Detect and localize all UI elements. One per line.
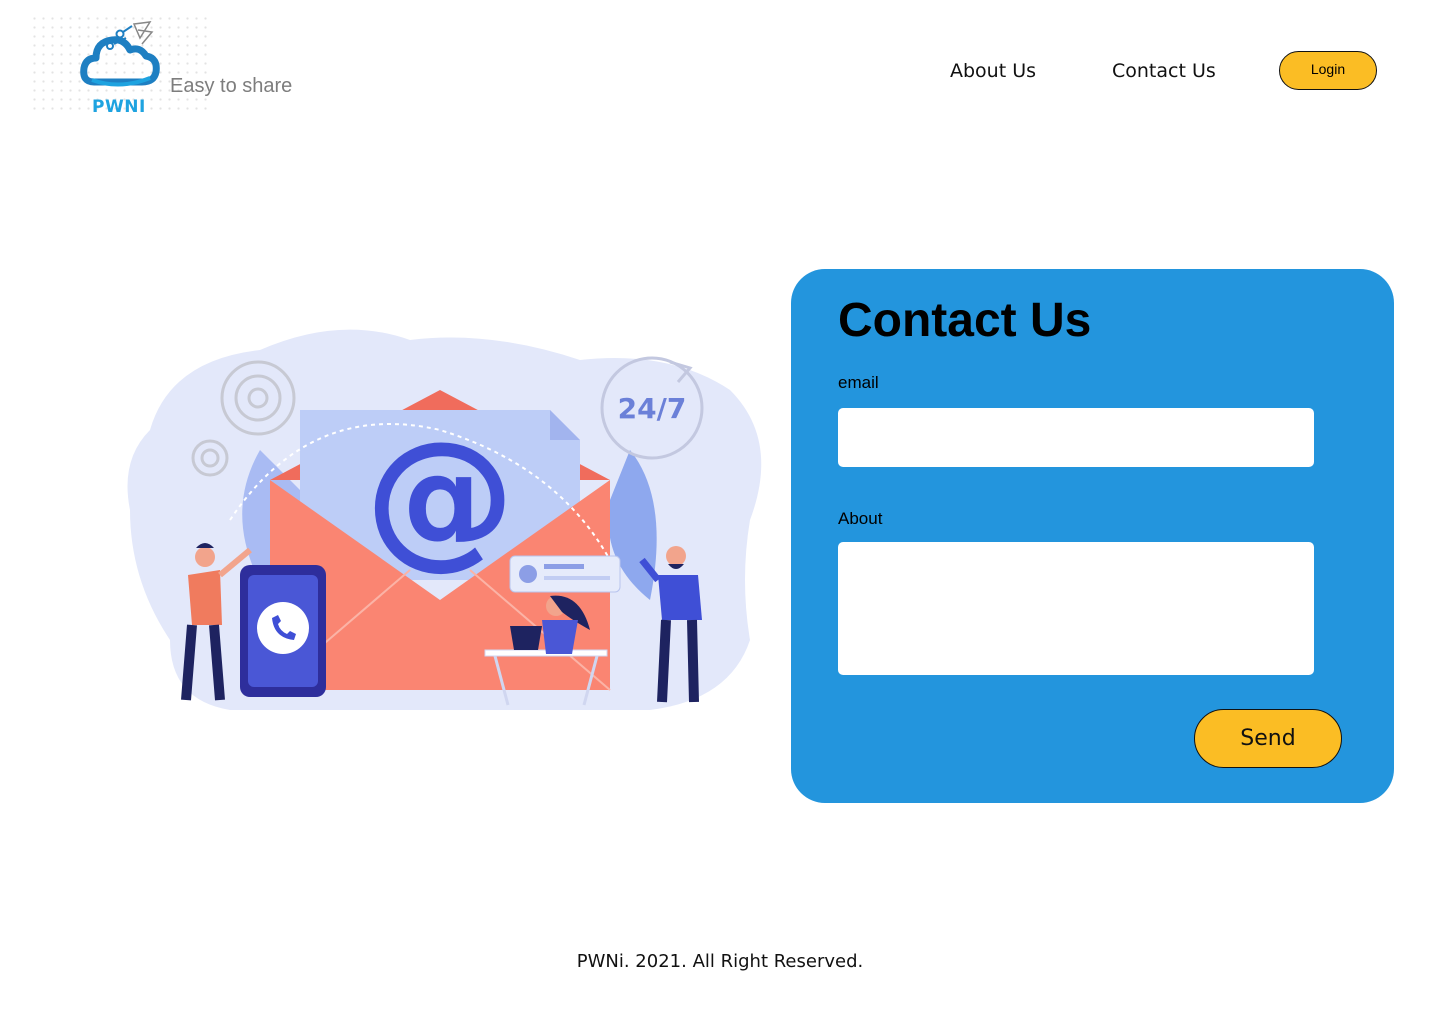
- brand-logo[interactable]: PWNI: [30, 14, 210, 117]
- nav-contact-us-link[interactable]: Contact Us: [1112, 60, 1216, 82]
- svg-text:24/7: 24/7: [618, 392, 687, 425]
- logo-text: PWNI: [92, 97, 146, 117]
- footer-copyright: PWNi. 2021. All Right Reserved.: [576, 951, 864, 972]
- contact-form-card: Contact Us email About Send: [791, 269, 1394, 803]
- email-label: email: [838, 373, 879, 392]
- email-input[interactable]: [838, 408, 1314, 467]
- send-button[interactable]: Send: [1194, 709, 1342, 768]
- chat-bubble-icon: [509, 555, 621, 593]
- at-sign-icon: @: [365, 410, 515, 584]
- about-textarea[interactable]: [838, 542, 1314, 675]
- login-button[interactable]: Login: [1279, 51, 1377, 90]
- contact-illustration: 24/7 @: [127, 329, 762, 710]
- phone-icon: [240, 565, 326, 697]
- contact-form-title: Contact Us: [838, 294, 1092, 347]
- about-label: About: [838, 509, 883, 528]
- tagline: Easy to share: [170, 75, 293, 97]
- cloud-logo-icon: [80, 21, 160, 87]
- nav-about-us-link[interactable]: About Us: [950, 60, 1036, 82]
